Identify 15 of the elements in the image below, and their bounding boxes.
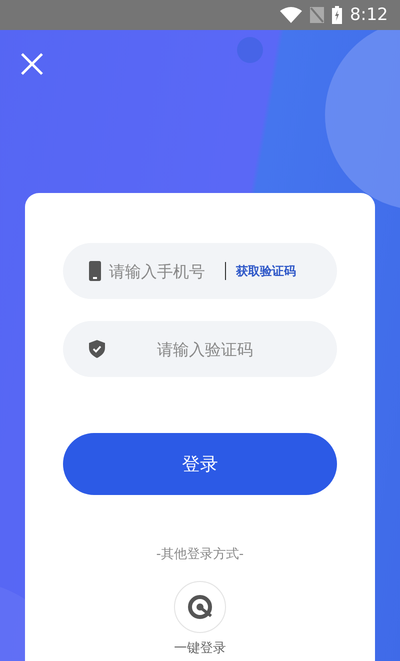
one-tap-login-label: 一键登录	[174, 640, 226, 657]
wifi-icon	[280, 7, 302, 23]
status-time: 8:12	[350, 5, 388, 25]
shield-check-icon	[89, 340, 105, 358]
close-icon[interactable]	[20, 52, 44, 76]
battery-charging-icon	[332, 6, 342, 24]
one-tap-login-button[interactable]	[174, 581, 226, 633]
code-field[interactable]: 请输入验证码	[63, 321, 337, 377]
no-sim-icon	[310, 7, 324, 23]
login-button[interactable]: 登录	[63, 433, 337, 495]
phone-icon	[89, 261, 101, 281]
phone-field[interactable]: 请输入手机号 获取验证码	[63, 243, 337, 299]
target-icon	[187, 594, 213, 620]
get-code-link[interactable]: 获取验证码	[236, 262, 296, 280]
other-methods-label: -其他登录方式-	[156, 546, 244, 563]
